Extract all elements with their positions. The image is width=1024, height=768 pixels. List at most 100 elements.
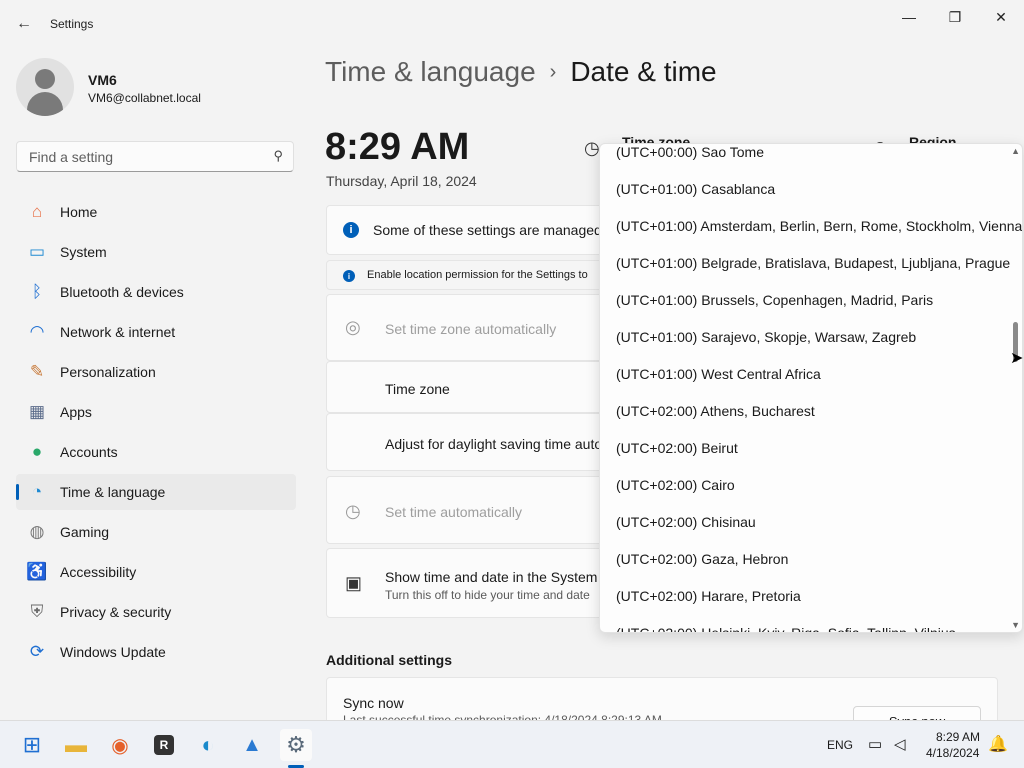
edge-icon[interactable]: ◐: [192, 729, 224, 761]
calendar-clock-icon: ▣: [345, 573, 363, 593]
time-zone-option[interactable]: (UTC+01:00) Belgrade, Bratislava, Budape…: [600, 245, 1010, 282]
info-icon: i: [343, 222, 359, 238]
settings-icon[interactable]: ⚙: [280, 729, 312, 761]
close-button[interactable]: ✕: [978, 2, 1024, 32]
update-icon: ⟳: [29, 642, 45, 661]
close-icon: ✕: [995, 8, 1007, 25]
time-zone-options: (UTC+00:00) Sao Tome (UTC+01:00) Casabla…: [600, 144, 1022, 632]
location-message: Enable location permission for the Setti…: [367, 269, 588, 281]
sidebar-nav: ⌂ Home ▭ System ᛒ Bluetooth & devices ◠ Netw…: [16, 194, 296, 674]
firefox-icon[interactable]: ◉: [104, 729, 136, 761]
sidebar-item-label: Accessibility: [60, 564, 137, 580]
breadcrumb-parent[interactable]: Time & language: [325, 56, 536, 87]
set-time-zone-auto-label: Set time zone automatically: [385, 321, 557, 337]
scroll-up-arrow-icon[interactable]: ▲: [1011, 146, 1020, 156]
sync-now-label: Sync now: [343, 695, 404, 711]
time-zone-option[interactable]: (UTC+01:00) Brussels, Copenhagen, Madrid…: [600, 282, 1004, 319]
start-icon[interactable]: ⊞: [16, 729, 48, 761]
restore-icon: ❐: [948, 8, 962, 25]
set-time-auto-label: Set time automatically: [385, 504, 522, 520]
sidebar-item-system[interactable]: ▭ System: [16, 234, 296, 270]
time-zone-option[interactable]: (UTC+02:00) Athens, Bucharest: [600, 393, 1004, 430]
sidebar-item-personalization[interactable]: ✎ Personalization: [16, 354, 296, 390]
r-app-icon[interactable]: R: [154, 735, 174, 755]
scroll-down-arrow-icon[interactable]: ▼: [1011, 620, 1020, 630]
sidebar-item-label: Apps: [60, 404, 92, 420]
user-email: VM6@collabnet.local: [88, 91, 201, 105]
language-indicator[interactable]: ENG: [827, 738, 853, 752]
sidebar-item-windows-update[interactable]: ⟳ Windows Update: [16, 634, 296, 670]
time-zone-option[interactable]: (UTC+02:00) Harare, Pretoria: [600, 578, 1004, 615]
sidebar-item-home[interactable]: ⌂ Home: [16, 194, 296, 230]
current-date: Thursday, April 18, 2024: [326, 173, 477, 189]
globe-sync-icon: ◎: [345, 317, 361, 337]
user-name: VM6: [88, 72, 117, 88]
minimize-button[interactable]: —: [886, 2, 932, 32]
back-arrow-icon: ←: [16, 15, 32, 32]
mouse-cursor-icon: ➤: [1010, 350, 1024, 367]
taskbar: ⊞ ▬ ◉ R ◐ ▲ ⚙ ENG ▭ ◁ 8:29 AM 4/18/2024 …: [0, 720, 1024, 768]
restore-button[interactable]: ❐: [932, 2, 978, 32]
search-input[interactable]: [27, 148, 261, 166]
sidebar-item-label: System: [60, 244, 107, 260]
sidebar-item-label: Windows Update: [60, 644, 166, 660]
sidebar-item-time-language[interactable]: ◔ Time & language: [16, 474, 296, 510]
time-zone-option[interactable]: (UTC+02:00) Chisinau: [600, 504, 1004, 541]
current-time: 8:29 AM: [325, 126, 470, 168]
show-time-date-description: Turn this off to hide your time and date: [385, 588, 590, 602]
home-icon: ⌂: [31, 202, 43, 221]
time-zone-option[interactable]: (UTC+02:00) Cairo: [600, 467, 1004, 504]
clock-icon: ◷: [345, 501, 361, 521]
daylight-saving-label: Adjust for daylight saving time auto: [385, 436, 603, 452]
time-zone-label: Time zone: [385, 381, 450, 397]
sidebar-item-label: Network & internet: [60, 324, 176, 340]
time-zone-dropdown-list[interactable]: (UTC+00:00) Sao Tome (UTC+01:00) Casabla…: [599, 143, 1023, 633]
sidebar-item-gaming[interactable]: ◍ Gaming: [16, 514, 296, 550]
wifi-icon: ◠: [29, 322, 45, 341]
time-zone-option[interactable]: (UTC+02:00) Helsinki, Kyiv, Riga, Sofia,…: [600, 615, 1004, 632]
time-zone-icon: ◷: [584, 138, 600, 158]
time-zone-option[interactable]: (UTC+01:00) Sarajevo, Skopje, Warsaw, Za…: [600, 319, 1004, 356]
back-button[interactable]: ←: [10, 10, 38, 38]
accessibility-icon: ♿: [26, 562, 48, 581]
image-app-icon[interactable]: ▲: [236, 729, 268, 761]
sidebar-item-accounts[interactable]: ● Accounts: [16, 434, 296, 470]
app-title: Settings: [50, 17, 94, 31]
sidebar-item-bluetooth[interactable]: ᛒ Bluetooth & devices: [16, 274, 296, 310]
time-zone-option[interactable]: (UTC+02:00) Beirut: [600, 430, 1004, 467]
avatar[interactable]: [16, 58, 74, 116]
time-zone-option[interactable]: (UTC+00:00) Sao Tome: [600, 144, 1004, 171]
sidebar-item-label: Privacy & security: [60, 604, 172, 620]
sidebar-item-label: Time & language: [60, 484, 166, 500]
sidebar-item-network[interactable]: ◠ Network & internet: [16, 314, 296, 350]
info-icon: i: [343, 270, 355, 282]
notification-bell-icon[interactable]: 🔔: [988, 734, 1008, 754]
sidebar-item-label: Personalization: [60, 364, 156, 380]
sidebar-item-privacy[interactable]: ⛨ Privacy & security: [16, 594, 296, 630]
system-icon: ▭: [28, 242, 46, 261]
sidebar-item-accessibility[interactable]: ♿ Accessibility: [16, 554, 296, 590]
time-zone-option[interactable]: (UTC+01:00) Casablanca: [600, 171, 1004, 208]
bluetooth-icon: ᛒ: [31, 282, 43, 301]
time-zone-option[interactable]: (UTC+01:00) West Central Africa: [600, 356, 1004, 393]
avatar-head-shape: [35, 69, 55, 89]
info-message: Some of these settings are managed: [373, 222, 602, 238]
time-zone-option[interactable]: (UTC+01:00) Amsterdam, Berlin, Bern, Rom…: [600, 208, 1022, 245]
volume-muted-icon[interactable]: ◁: [894, 735, 906, 753]
globe-clock-icon: ◔: [31, 482, 43, 501]
page-title: Date & time: [570, 56, 717, 87]
file-explorer-icon[interactable]: ▬: [60, 729, 92, 761]
show-time-date-label: Show time and date in the System: [385, 569, 598, 585]
search-box[interactable]: ⚲: [16, 141, 294, 172]
sidebar-item-label: Accounts: [60, 444, 118, 460]
taskbar-time[interactable]: 8:29 AM: [936, 730, 980, 744]
gamepad-icon: ◍: [29, 522, 45, 541]
taskbar-date[interactable]: 4/18/2024: [926, 746, 979, 760]
additional-settings-heading: Additional settings: [326, 652, 452, 668]
time-zone-option[interactable]: (UTC+02:00) Gaza, Hebron: [600, 541, 1004, 578]
sidebar-item-apps[interactable]: ▦ Apps: [16, 394, 296, 430]
network-icon[interactable]: ▭: [868, 735, 882, 753]
breadcrumb-separator-icon: ›: [549, 61, 557, 83]
search-icon[interactable]: ⚲: [273, 148, 283, 164]
avatar-body-shape: [27, 92, 63, 116]
